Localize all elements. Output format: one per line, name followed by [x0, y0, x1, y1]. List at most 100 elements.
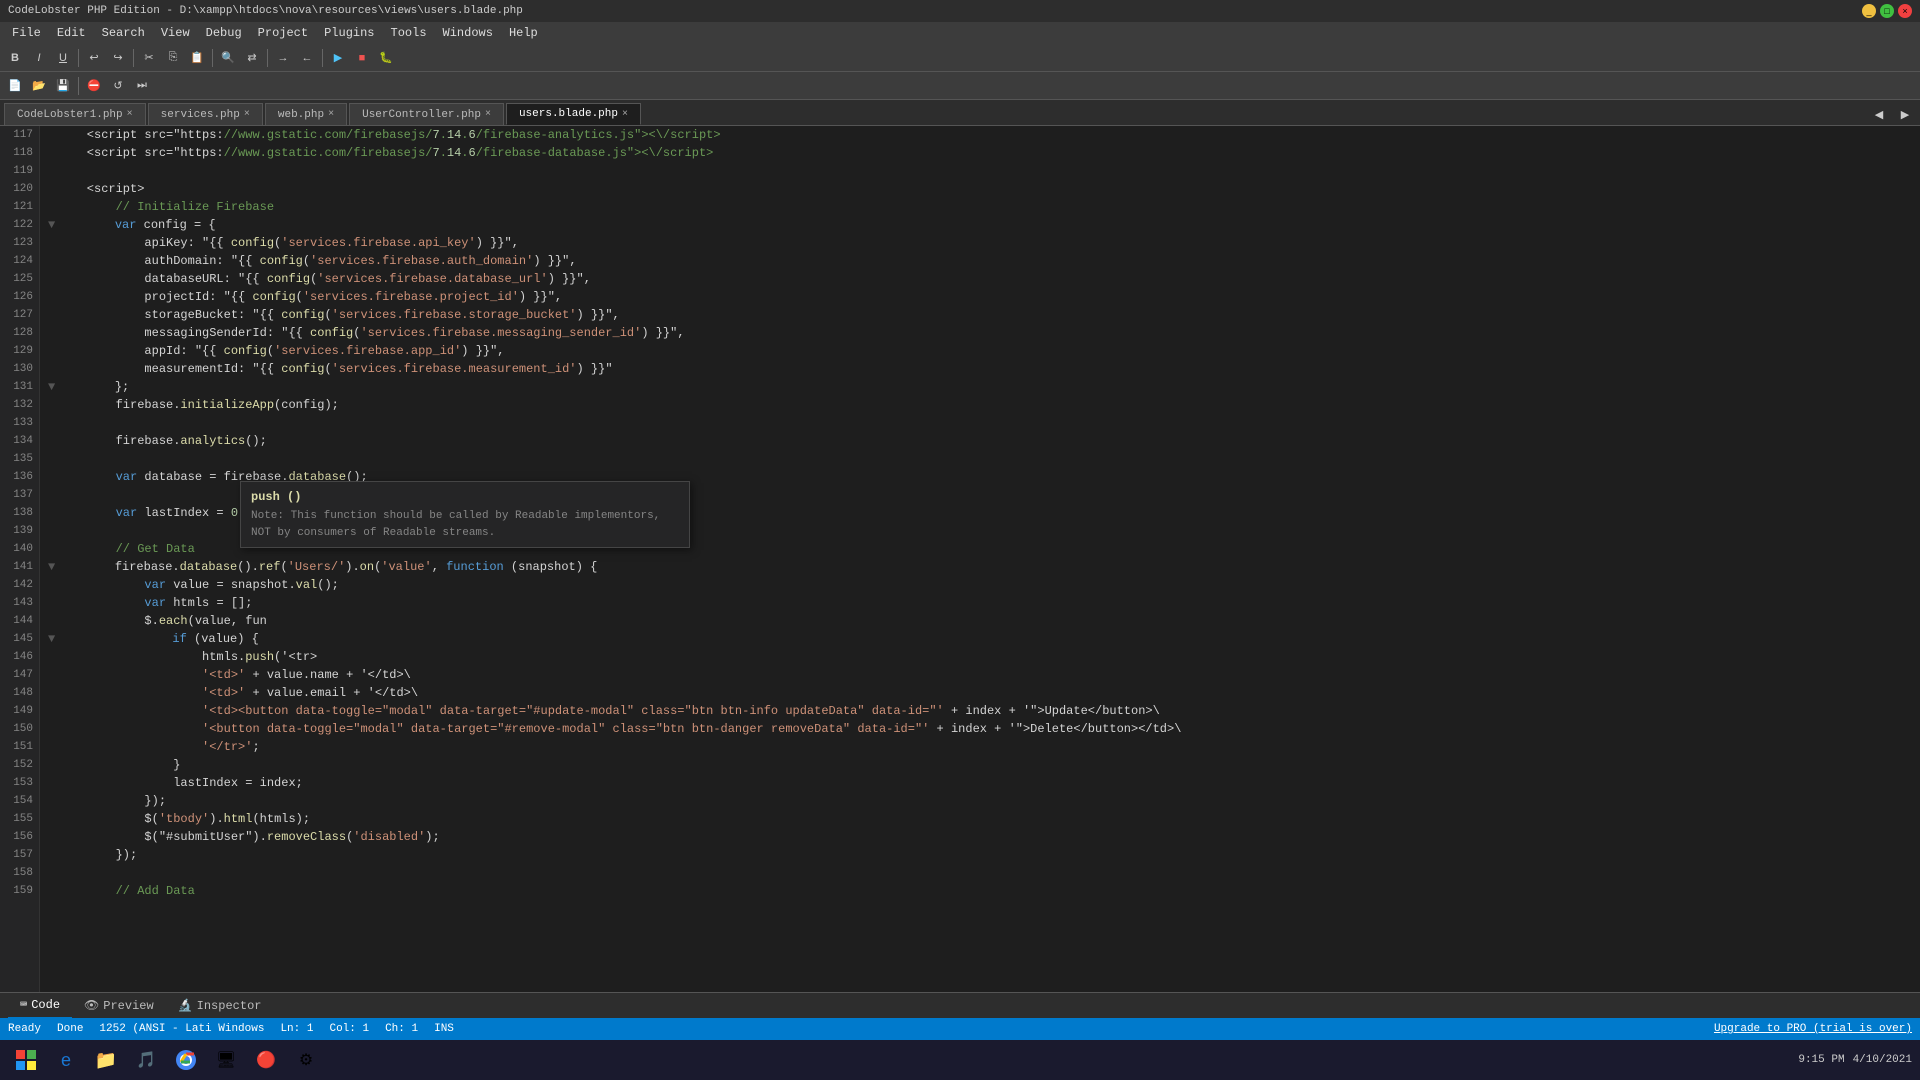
cut-button[interactable]: ✂ [138, 47, 160, 69]
code-line-141: ▼ firebase.database().ref('Users/').on('… [48, 558, 1912, 576]
close-tab-web[interactable]: × [328, 109, 334, 120]
code-line-134: firebase.analytics(); [48, 432, 1912, 450]
code-line-157: }); [48, 846, 1912, 864]
line-number-148: 148 [6, 684, 33, 702]
line-number-121: 121 [6, 198, 33, 216]
tab-code[interactable]: ⌨ Code [8, 993, 72, 1019]
paste-button[interactable]: 📋 [186, 47, 208, 69]
italic-button[interactable]: I [28, 47, 50, 69]
code-area[interactable]: <script src="https://www.gstatic.com/fir… [40, 126, 1920, 992]
search-button[interactable]: 🔍 [217, 47, 239, 69]
toolbar-main: B I U ↩ ↪ ✂ ⎘ 📋 🔍 ⇄ → ← ▶ ■ 🐛 [0, 44, 1920, 72]
stop-button[interactable]: ■ [351, 47, 373, 69]
taskbar-media[interactable]: 🎵 [128, 1042, 164, 1078]
restart-button[interactable]: ↺ [107, 75, 129, 97]
taskbar-ie[interactable]: e [48, 1042, 84, 1078]
window-controls: _ □ × [1862, 4, 1912, 18]
menu-file[interactable]: File [4, 22, 49, 44]
run-stop-button[interactable]: ⛔ [83, 75, 105, 97]
taskbar-right: 9:15 PM 4/10/2021 [1798, 1054, 1912, 1066]
redo-button[interactable]: ↪ [107, 47, 129, 69]
status-right: Upgrade to PRO (trial is over) [1714, 1023, 1912, 1035]
underline-button[interactable]: U [52, 47, 74, 69]
line-number-136: 136 [6, 468, 33, 486]
menu-tools[interactable]: Tools [383, 22, 435, 44]
line-number-133: 133 [6, 414, 33, 432]
next-tab-button[interactable]: ▶ [1894, 103, 1916, 125]
taskbar-chrome[interactable] [168, 1042, 204, 1078]
close-button[interactable]: × [1898, 4, 1912, 18]
line-number-154: 154 [6, 792, 33, 810]
menu-debug[interactable]: Debug [198, 22, 250, 44]
code-line-132: firebase.initializeApp(config); [48, 396, 1912, 414]
status-bar: Ready Done 1252 (ANSI - Lati Windows Ln:… [0, 1018, 1920, 1040]
menu-plugins[interactable]: Plugins [316, 22, 382, 44]
close-tab-users-blade[interactable]: × [622, 109, 628, 120]
close-tab-usercontroller[interactable]: × [485, 109, 491, 120]
menu-help[interactable]: Help [501, 22, 546, 44]
window-title: CodeLobster PHP Edition - D:\xampp\htdoc… [8, 5, 523, 17]
tab-users-blade[interactable]: users.blade.php × [506, 103, 641, 125]
code-line-121: // Initialize Firebase [48, 198, 1912, 216]
code-line-150: '<button data-toggle="modal" data-target… [48, 720, 1912, 738]
status-ready: Ready [8, 1023, 41, 1035]
code-line-133 [48, 414, 1912, 432]
taskbar-start[interactable] [8, 1042, 44, 1078]
close-tab-codelobster[interactable]: × [127, 109, 133, 120]
line-number-142: 142 [6, 576, 33, 594]
tab-inspector[interactable]: 🔬 Inspector [166, 993, 274, 1019]
open-button[interactable]: 📂 [28, 75, 50, 97]
menu-edit[interactable]: Edit [49, 22, 94, 44]
save-button[interactable]: 💾 [52, 75, 74, 97]
taskbar-app5[interactable]: 🖥 [208, 1042, 244, 1078]
taskbar-apps: e 📁 🎵 🖥 🔴 ⚙ [8, 1042, 324, 1078]
upgrade-link[interactable]: Upgrade to PRO (trial is over) [1714, 1023, 1912, 1035]
run-button[interactable]: ▶ [327, 47, 349, 69]
outdent-button[interactable]: ← [296, 47, 318, 69]
status-line: Ln: 1 [280, 1023, 313, 1035]
tooltip-title: push () [251, 488, 679, 506]
line-number-131: 131 [6, 378, 33, 396]
tab-codelobster[interactable]: CodeLobster1.php × [4, 103, 146, 125]
taskbar-app7[interactable]: ⚙ [288, 1042, 324, 1078]
taskbar-time: 9:15 PM [1798, 1054, 1844, 1066]
replace-button[interactable]: ⇄ [241, 47, 263, 69]
line-number-124: 124 [6, 252, 33, 270]
taskbar-files[interactable]: 📁 [88, 1042, 124, 1078]
line-number-149: 149 [6, 702, 33, 720]
status-left: Ready Done 1252 (ANSI - Lati Windows Ln:… [8, 1023, 454, 1035]
code-line-156: $("#submitUser").removeClass('disabled')… [48, 828, 1912, 846]
taskbar-app6[interactable]: 🔴 [248, 1042, 284, 1078]
line-number-143: 143 [6, 594, 33, 612]
debug-button[interactable]: 🐛 [375, 47, 397, 69]
copy-button[interactable]: ⎘ [162, 47, 184, 69]
tab-services[interactable]: services.php × [148, 103, 263, 125]
status-encoding: 1252 (ANSI - Lati Windows [99, 1023, 264, 1035]
line-number-146: 146 [6, 648, 33, 666]
menu-view[interactable]: View [153, 22, 198, 44]
step-button[interactable]: ⏭ [131, 75, 153, 97]
menu-project[interactable]: Project [250, 22, 316, 44]
tab-usercontroller[interactable]: UserController.php × [349, 103, 504, 125]
maximize-button[interactable]: □ [1880, 4, 1894, 18]
line-number-139: 139 [6, 522, 33, 540]
minimize-button[interactable]: _ [1862, 4, 1876, 18]
line-number-157: 157 [6, 846, 33, 864]
code-line-122: ▼ var config = { [48, 216, 1912, 234]
undo-button[interactable]: ↩ [83, 47, 105, 69]
menu-windows[interactable]: Windows [435, 22, 501, 44]
bottom-tabs: ⌨ Code 👁 Preview 🔬 Inspector [0, 992, 1920, 1018]
code-line-128: messagingSenderId: "{{ config('services.… [48, 324, 1912, 342]
tab-web[interactable]: web.php × [265, 103, 347, 125]
prev-tab-button[interactable]: ◀ [1868, 103, 1890, 125]
menu-search[interactable]: Search [94, 22, 153, 44]
status-col: Col: 1 [329, 1023, 369, 1035]
separator-5 [322, 49, 323, 67]
code-editor[interactable]: 1171181191201211221231241251261271281291… [0, 126, 1920, 992]
new-file-button[interactable]: 📄 [4, 75, 26, 97]
tab-preview[interactable]: 👁 Preview [72, 993, 166, 1019]
code-icon: ⌨ [20, 997, 27, 1012]
indent-button[interactable]: → [272, 47, 294, 69]
bold-button[interactable]: B [4, 47, 26, 69]
close-tab-services[interactable]: × [244, 109, 250, 120]
